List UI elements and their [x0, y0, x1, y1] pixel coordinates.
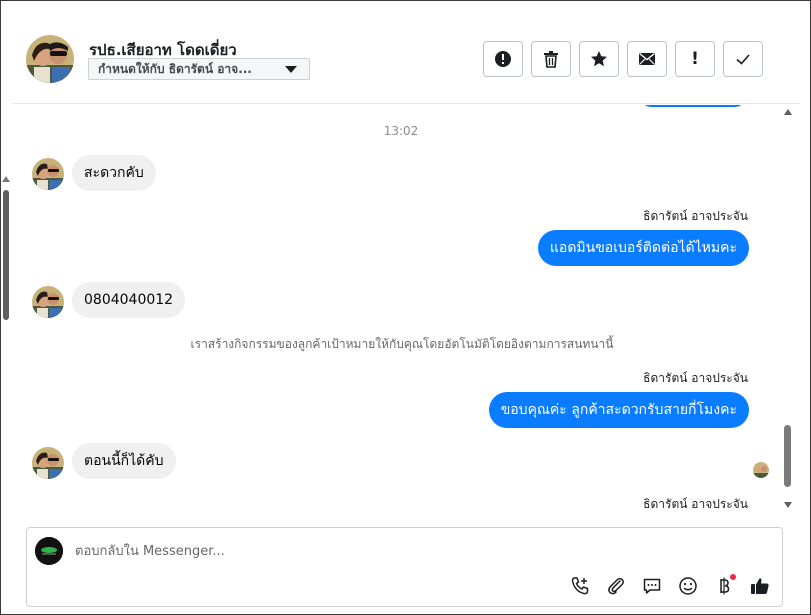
notification-dot [730, 574, 736, 580]
alert-circle-icon [495, 51, 511, 67]
sender-name: ธิดารัตน์ อาจประจัน [643, 497, 748, 511]
exclamation-icon: ! [691, 49, 699, 69]
scroll-up-arrow-icon[interactable] [784, 109, 792, 115]
outgoing-message[interactable]: ขอบคุณค่ะ ลูกค้าสะดวกรับสายกี่โมงคะ [488, 392, 749, 428]
message-list[interactable]: 13:02 สะดวกคับ ธิดารัตน์ อาจประจัน แอดมิ… [12, 105, 784, 517]
mark-unread-button[interactable] [627, 41, 667, 77]
sender-name: ธิดารัตน์ อาจประจัน [643, 371, 748, 385]
assign-dropdown[interactable]: กำหนดให้กับ ธิดารัตน์ อาจ... [88, 58, 310, 80]
incoming-message[interactable]: ตอนนี้ก็ได้คับ [72, 443, 176, 479]
message-scrollbar[interactable] [784, 105, 798, 517]
conversation-header: รปธ.เสียอาท โดดเดี่ยว กำหนดให้กับ ธิดารั… [12, 12, 800, 104]
message-timestamp: 13:02 [383, 124, 419, 138]
scrollbar-thumb[interactable] [3, 190, 9, 320]
thumbs-up-icon [751, 578, 769, 594]
reply-composer [26, 527, 783, 607]
payment-button[interactable] [712, 574, 736, 598]
star-icon [591, 51, 607, 67]
outgoing-message[interactable]: แอดมินขอเบอร์ติดต่อได้ไหมคะ [537, 230, 749, 266]
contact-avatar-small [32, 447, 64, 479]
previous-message-bubble [640, 105, 746, 107]
speech-bubble-icon [643, 578, 661, 594]
reply-input[interactable] [75, 541, 575, 561]
spam-button[interactable] [483, 41, 523, 77]
incoming-message[interactable]: 0804040012 [72, 282, 186, 318]
star-button[interactable] [579, 41, 619, 77]
seen-receipt-avatar [753, 462, 769, 478]
saved-replies-button[interactable] [640, 574, 664, 598]
sender-name: ธิดารัตน์ อาจประจัน [643, 209, 748, 223]
assign-label: กำหนดให้กับ ธิดารัตน์ อาจ... [98, 61, 252, 76]
incoming-message[interactable]: สะดวกคับ [72, 155, 156, 191]
caret-down-icon [285, 66, 297, 73]
envelope-icon [639, 52, 655, 65]
contact-avatar-small [32, 158, 64, 190]
smiley-icon [679, 577, 697, 595]
attach-button[interactable] [604, 574, 628, 598]
page-avatar [35, 537, 63, 565]
system-note: เราสร้างกิจกรรมของลูกค้าเป้าหมายให้กับคุ… [190, 337, 614, 351]
paperclip-icon [608, 577, 624, 595]
delete-button[interactable] [531, 41, 571, 77]
call-button[interactable] [568, 574, 592, 598]
phone-add-icon [571, 577, 589, 595]
follow-up-button[interactable]: ! [675, 41, 715, 77]
scroll-down-arrow-icon[interactable] [784, 502, 792, 508]
checkmark-icon [736, 54, 750, 65]
outer-scrollbar[interactable] [1, 176, 10, 615]
messenger-conversation-window: รปธ.เสียอาท โดดเดี่ยว กำหนดให้กับ ธิดารั… [0, 0, 811, 615]
contact-avatar[interactable] [26, 35, 74, 83]
contact-avatar-small [32, 286, 64, 318]
scroll-up-arrow-icon[interactable] [2, 176, 10, 182]
like-button[interactable] [748, 574, 772, 598]
emoji-button[interactable] [676, 574, 700, 598]
trash-icon [544, 51, 558, 68]
mark-done-button[interactable] [723, 41, 763, 77]
scrollbar-thumb[interactable] [784, 425, 791, 487]
